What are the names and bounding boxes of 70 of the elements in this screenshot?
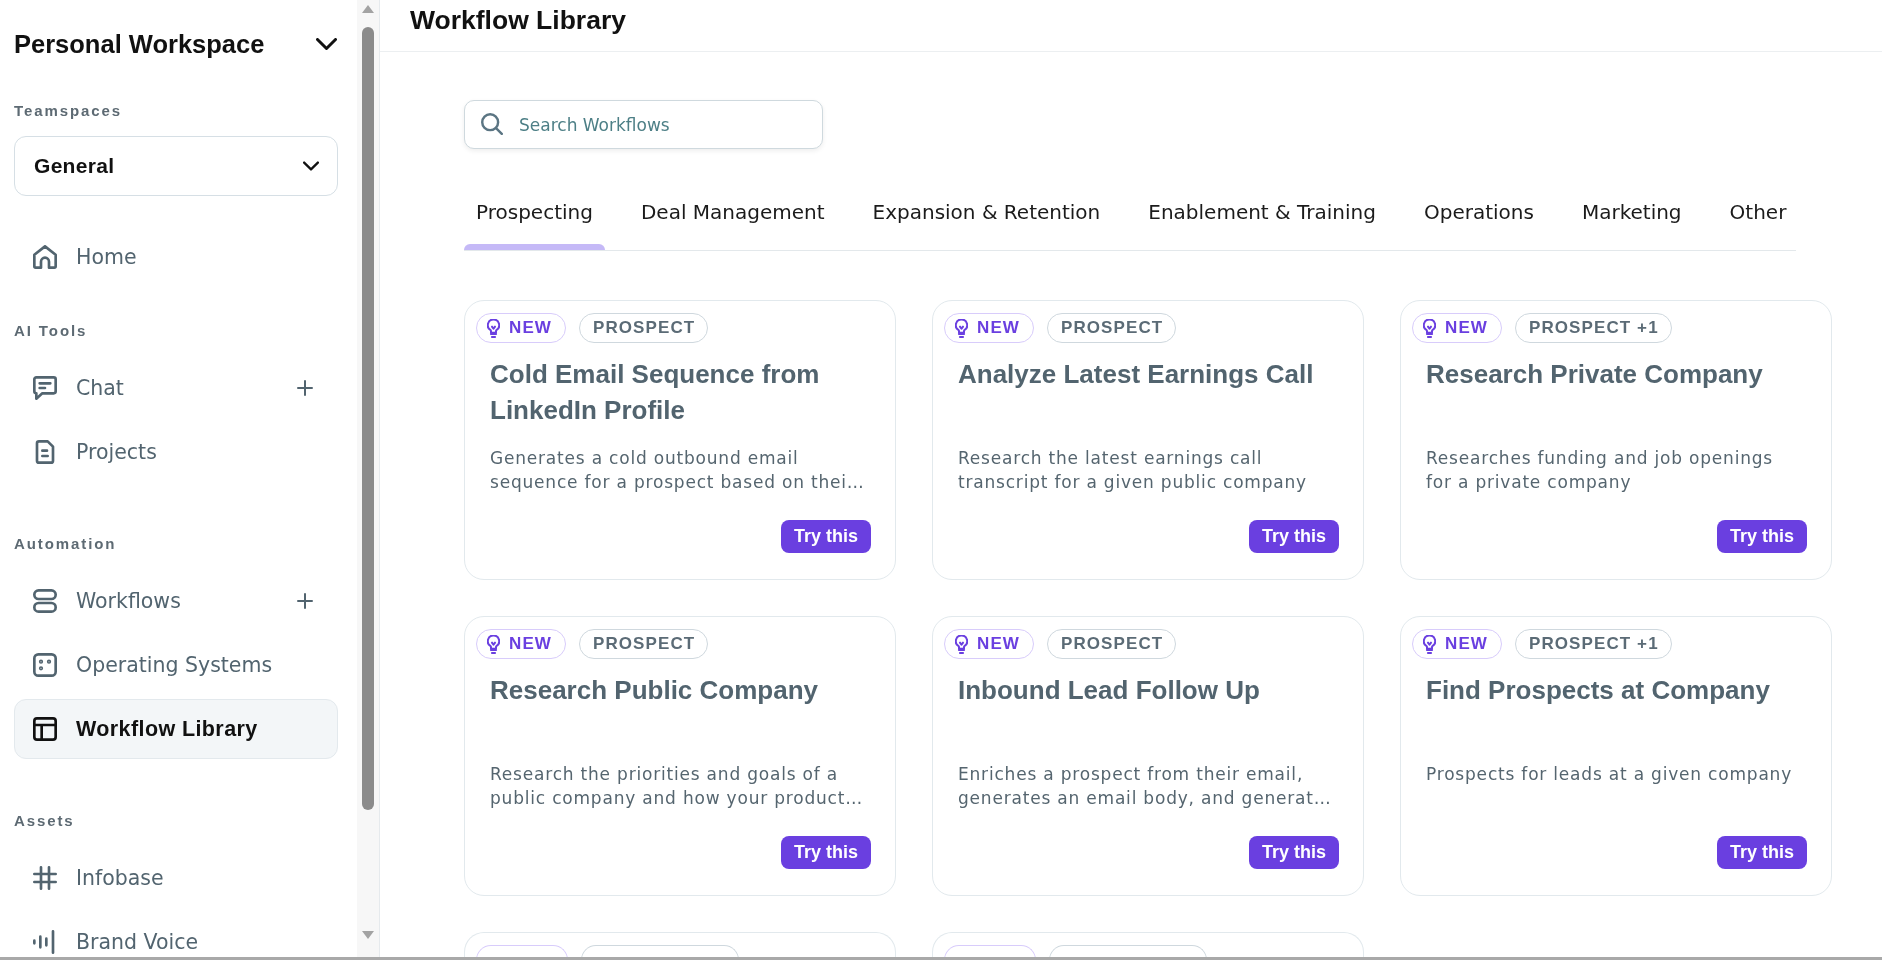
lightbulb-icon xyxy=(487,318,500,338)
badge-label: NEW xyxy=(509,318,552,338)
search-icon xyxy=(481,113,503,135)
search-field[interactable]: Search Workflows xyxy=(464,100,823,149)
sidebar-item[interactable]: Workflows xyxy=(14,571,338,631)
page-title: Workflow Library xyxy=(410,5,626,35)
badge-label: NEW xyxy=(977,318,1020,338)
sidebar-item[interactable]: Home xyxy=(14,227,338,287)
category-tab[interactable]: Expansion & Retention xyxy=(860,186,1113,250)
card-title: Research Public Company xyxy=(490,675,818,705)
audio-bars-icon xyxy=(33,930,57,954)
lightbulb-icon xyxy=(1423,634,1436,654)
section-label: AI Tools xyxy=(14,321,88,341)
lightbulb-icon xyxy=(1423,318,1436,338)
lightbulb-icon xyxy=(955,318,968,338)
card-description: Enriches a prospect from their email, generates an email body, and generat… xyxy=(958,763,1332,810)
sidebar-item[interactable]: Projects xyxy=(14,422,338,482)
workspace-switcher[interactable]: Personal Workspace xyxy=(14,24,338,64)
try-button[interactable]: Try this xyxy=(1716,836,1807,869)
sidebar-item[interactable]: Workflow Library xyxy=(14,699,338,759)
card-description: Prospects for leads at a given company xyxy=(1426,763,1793,786)
home-icon xyxy=(33,245,57,269)
category-tab[interactable]: Prospecting xyxy=(464,186,605,250)
teamspace-dropdown[interactable]: General xyxy=(14,136,338,196)
scroll-down-arrow-icon[interactable] xyxy=(362,931,374,939)
chevron-down-icon xyxy=(303,161,319,171)
scroll-up-arrow-icon[interactable] xyxy=(362,5,374,13)
scrollbar-thumb[interactable] xyxy=(362,27,374,810)
section-label: Assets xyxy=(14,811,75,831)
chevron-down-icon xyxy=(316,38,337,50)
document-icon xyxy=(33,440,57,464)
category-tab[interactable]: Marketing xyxy=(1569,186,1694,250)
category-tab[interactable]: Deal Management xyxy=(628,186,837,250)
sidebar-item[interactable]: Chat xyxy=(14,358,338,418)
try-button[interactable]: Try this xyxy=(1248,836,1339,869)
card-title: Find Prospects at Company xyxy=(1426,675,1770,705)
dotted-square-icon xyxy=(33,653,57,677)
try-button[interactable]: Try this xyxy=(1248,520,1339,553)
badge-label: NEW xyxy=(1445,318,1488,338)
badge-label: NEW xyxy=(509,634,552,654)
try-button[interactable]: Try this xyxy=(780,836,871,869)
card-description: Researches funding and job openings for a private company xyxy=(1426,447,1773,494)
card-description: Research the latest earnings call transcript for a given public company xyxy=(958,447,1307,494)
plus-icon[interactable] xyxy=(297,380,313,396)
category-tab[interactable]: Enablement & Training xyxy=(1136,186,1388,250)
lightbulb-icon xyxy=(487,634,500,654)
card-description: Generates a cold outbound email sequence for a prospect based on thei… xyxy=(490,447,865,494)
badge-label: NEW xyxy=(977,634,1020,654)
sidebar-item[interactable]: Brand Voice xyxy=(14,912,338,960)
hash-icon xyxy=(33,866,57,890)
section-label: Teamspaces xyxy=(14,101,122,121)
category-tab[interactable]: Other xyxy=(1717,186,1799,250)
sidebar-item[interactable]: Operating Systems xyxy=(14,635,338,695)
horizontal-scrollbar[interactable] xyxy=(0,957,1882,960)
lightbulb-icon xyxy=(955,634,968,654)
stacked-blocks-icon xyxy=(33,589,57,613)
card-title: Research Private Company xyxy=(1426,359,1763,389)
category-tab[interactable]: Operations xyxy=(1411,186,1546,250)
chat-icon xyxy=(33,376,57,400)
layout-icon xyxy=(33,717,57,741)
plus-icon[interactable] xyxy=(297,593,313,609)
try-button[interactable]: Try this xyxy=(780,520,871,553)
sidebar-item[interactable]: Infobase xyxy=(14,848,338,908)
card-title: Analyze Latest Earnings Call xyxy=(958,359,1314,389)
badge-label: NEW xyxy=(1445,634,1488,654)
card-description: Research the priorities and goals of a public company and how your product… xyxy=(490,763,863,810)
card-title: Inbound Lead Follow Up xyxy=(958,675,1260,705)
try-button[interactable]: Try this xyxy=(1716,520,1807,553)
section-label: Automation xyxy=(14,534,117,554)
card-title: Cold Email Sequence from LinkedIn Profile xyxy=(490,359,820,425)
